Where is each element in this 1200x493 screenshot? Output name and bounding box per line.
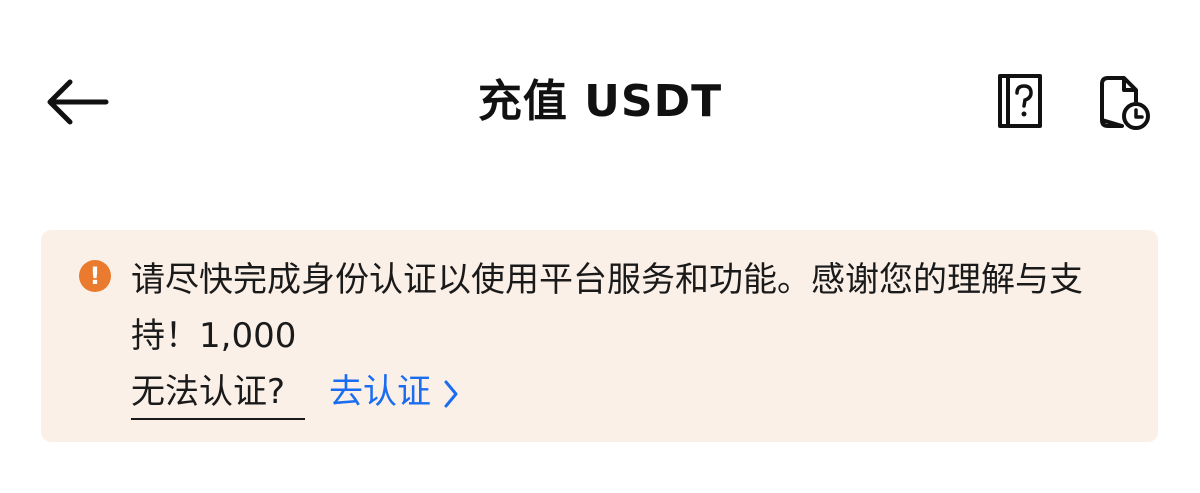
top-bar: 充值 USDT <box>0 50 1200 154</box>
help-book-icon <box>998 74 1042 128</box>
history-button[interactable] <box>1094 70 1154 134</box>
banner-actions: 无法认证? 去认证 <box>131 368 459 420</box>
warning-icon: ! <box>79 260 111 292</box>
verification-banner: ! 请尽快完成身份认证以使用平台服务和功能。感谢您的理解与支持！1,000 无法… <box>41 230 1158 442</box>
history-document-icon <box>1100 76 1150 130</box>
deposit-page: 充值 USDT ! 请尽快完成身份认证以使用平台服务和功能。感谢您的理解与支持！… <box>0 0 1200 493</box>
cannot-verify-link[interactable]: 无法认证? <box>131 368 306 420</box>
go-verify-link[interactable]: 去认证 <box>329 368 459 416</box>
verification-message: 请尽快完成身份认证以使用平台服务和功能。感谢您的理解与支持！1,000 <box>131 260 1083 356</box>
go-verify-label: 去认证 <box>329 372 432 412</box>
chevron-right-icon <box>444 380 458 408</box>
help-button[interactable] <box>994 70 1050 134</box>
